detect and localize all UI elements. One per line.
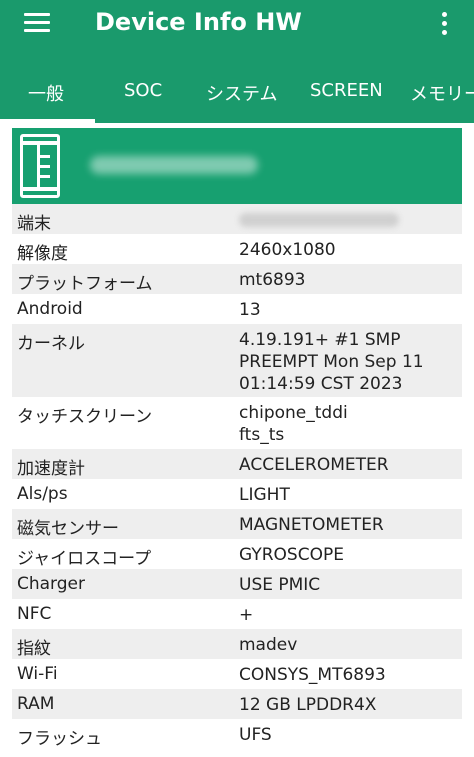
- device-hardware-icon: [20, 134, 60, 198]
- row-platform: プラットフォーム mt6893: [12, 264, 462, 294]
- row-label: 端末: [17, 214, 51, 234]
- row-value: UFS: [239, 725, 272, 745]
- row-nfc: NFC +: [12, 599, 462, 629]
- row-label: Als/ps: [17, 484, 68, 504]
- tab-bar: 一般 SOC システム SCREEN メモリー: [0, 66, 474, 123]
- row-label: フラッシュ: [17, 729, 102, 749]
- row-value: GYROSCOPE: [239, 545, 344, 565]
- row-als-ps: Als/ps LIGHT: [12, 479, 462, 509]
- toolbar: Device Info HW: [0, 0, 474, 48]
- tab-system[interactable]: システム: [206, 66, 277, 123]
- row-flash: フラッシュ UFS: [12, 719, 462, 749]
- row-wifi: Wi-Fi CONSYS_MT6893: [12, 659, 462, 689]
- row-label: カーネル: [17, 334, 85, 354]
- device-header-card: [12, 128, 462, 204]
- row-value: ACCELEROMETER: [239, 455, 389, 475]
- row-value: 2460x1080: [239, 240, 336, 260]
- row-touchscreen: タッチスクリーン chipone_tddi fts_ts: [12, 397, 462, 449]
- row-value: USE PMIC: [239, 575, 321, 595]
- row-resolution: 解像度 2460x1080: [12, 234, 462, 264]
- row-label: RAM: [17, 694, 55, 714]
- hamburger-menu-icon[interactable]: [24, 13, 50, 33]
- row-kernel: カーネル 4.19.191+ #1 SMP PREEMPT Mon Sep 11…: [12, 324, 462, 397]
- row-label: 加速度計: [17, 459, 85, 479]
- row-value: CONSYS_MT6893: [239, 665, 386, 685]
- row-value-redacted: [239, 209, 457, 233]
- app-bar: Device Info HW 一般 SOC システム SCREEN メモリー: [0, 0, 474, 123]
- row-value: LIGHT: [239, 485, 290, 505]
- tab-general[interactable]: 一般: [28, 66, 64, 123]
- row-value: madev: [239, 635, 298, 655]
- row-fingerprint: 指紋 madev: [12, 629, 462, 659]
- row-label: Charger: [17, 574, 85, 594]
- row-android: Android 13: [12, 294, 462, 324]
- row-label: Android: [17, 299, 83, 319]
- row-label: Wi-Fi: [17, 664, 58, 684]
- row-value: 4.19.191+ #1 SMP PREEMPT Mon Sep 11 01:1…: [239, 330, 424, 394]
- tab-soc[interactable]: SOC: [124, 66, 162, 123]
- device-name-redacted: [90, 156, 258, 174]
- row-value: +: [239, 605, 254, 625]
- row-value: 12 GB LPDDR4X: [239, 695, 377, 715]
- row-charger: Charger USE PMIC: [12, 569, 462, 599]
- tab-screen[interactable]: SCREEN: [310, 66, 383, 123]
- row-label: NFC: [17, 604, 52, 624]
- row-device: 端末: [12, 204, 462, 234]
- row-label: 解像度: [17, 244, 68, 264]
- row-value: MAGNETOMETER: [239, 515, 384, 535]
- row-label: 指紋: [17, 639, 51, 659]
- more-vert-icon[interactable]: [436, 10, 454, 38]
- row-magnetometer: 磁気センサー MAGNETOMETER: [12, 509, 462, 539]
- row-label: 磁気センサー: [17, 519, 119, 539]
- tab-memory[interactable]: メモリー: [410, 66, 474, 123]
- row-value: mt6893: [239, 270, 306, 290]
- row-ram: RAM 12 GB LPDDR4X: [12, 689, 462, 719]
- info-content[interactable]: 端末 解像度 2460x1080 プラットフォーム mt6893 Android…: [0, 123, 474, 757]
- info-table: 端末 解像度 2460x1080 プラットフォーム mt6893 Android…: [12, 204, 462, 749]
- app-title: Device Info HW: [95, 8, 302, 36]
- row-value: chipone_tddi fts_ts: [239, 403, 348, 445]
- row-label: プラットフォーム: [17, 274, 153, 294]
- row-label: ジャイロスコープ: [17, 549, 152, 569]
- row-value: 13: [239, 300, 261, 320]
- row-gyroscope: ジャイロスコープ GYROSCOPE: [12, 539, 462, 569]
- row-accelerometer: 加速度計 ACCELEROMETER: [12, 449, 462, 479]
- row-label: タッチスクリーン: [17, 407, 153, 427]
